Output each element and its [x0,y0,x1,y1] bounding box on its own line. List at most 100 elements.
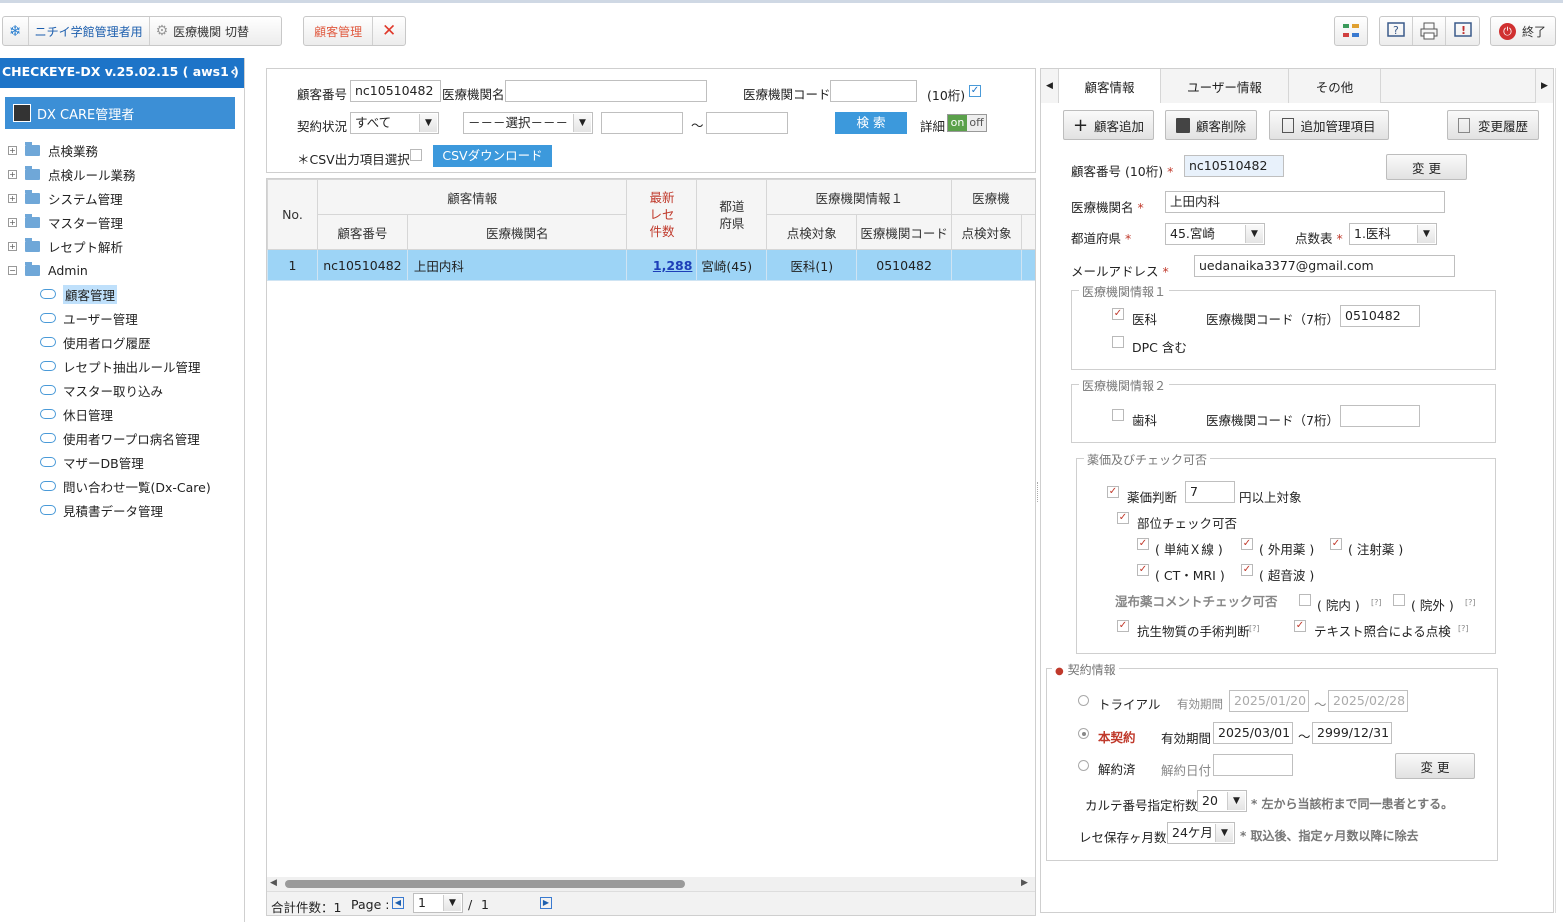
injection-checkbox[interactable]: ✓ [1330,538,1342,550]
range-to-input[interactable] [706,112,788,134]
sidebar-item-holiday[interactable]: 休日管理 [40,404,113,424]
table-row[interactable]: 1 nc10510482 上田内科 1,288 宮崎(45) 医科(1) 051… [267,249,1035,281]
main-contract-radio[interactable] [1078,728,1089,739]
keep-months-select[interactable]: 24ケ月 ▼ [1167,822,1235,844]
medical-checkbox[interactable]: ✓ [1112,308,1124,320]
expand-icon[interactable]: + [8,193,17,203]
contract-status-select[interactable]: すべて ▼ [350,112,439,134]
sidebar-folder-rules[interactable]: + 点検ルール業務 [8,164,136,184]
part-check-checkbox[interactable]: ✓ [1117,512,1129,524]
csv-download-button[interactable]: CSVダウンロード [433,145,552,167]
sidebar-folder-system[interactable]: + システム管理 [8,188,123,208]
scroll-right-icon[interactable]: ▶ [1021,878,1028,888]
detail-customer-no-input[interactable]: nc10510482 [1184,155,1284,177]
chevron-left-icon[interactable]: ‹ [230,58,236,86]
vertical-scrollbar[interactable] [1555,68,1561,913]
sidebar-item-log[interactable]: 使用者ログ履歴 [40,332,151,352]
trial-from-input[interactable]: 2025/01/20 [1229,690,1309,712]
expand-icon[interactable]: + [8,145,17,155]
help-mark-icon[interactable]: [?] [1458,624,1469,633]
snowflake-icon[interactable]: ❄ [3,17,29,45]
search-button[interactable]: 検 索 [835,112,907,134]
trial-radio[interactable] [1078,695,1089,706]
drug-judge-checkbox[interactable]: ✓ [1107,486,1119,498]
main-from-input[interactable]: 2025/03/01 [1213,722,1293,744]
scrollbar-thumb[interactable] [285,880,685,888]
sidebar-folder-inspection[interactable]: + 点検業務 [8,140,98,160]
detail-toggle[interactable]: on off [947,114,987,132]
change-contract-button[interactable]: 変 更 [1395,753,1475,779]
main-to-input[interactable]: 2999/12/31 [1312,722,1392,744]
expand-icon[interactable]: + [8,217,17,227]
next-page-icon[interactable]: ▶ [540,897,552,909]
sidebar-item-disease[interactable]: 使用者ワープロ病名管理 [40,428,200,448]
text-match-checkbox[interactable]: ✓ [1294,620,1306,632]
add-customer-button[interactable]: + 顧客追加 [1063,110,1154,140]
detail-pref-select[interactable]: 45.宮崎 ▼ [1165,223,1265,245]
expand-icon[interactable]: + [8,169,17,179]
tab-next-icon[interactable]: ▶ [1535,69,1553,103]
ctmri-checkbox[interactable]: ✓ [1137,564,1149,576]
print-icon[interactable] [1413,17,1446,45]
sidebar-folder-admin[interactable]: − Admin [8,260,88,280]
delete-customer-button[interactable]: 顧客削除 [1165,110,1257,140]
latest-count-link[interactable]: 1,288 [653,258,693,273]
switch-institution-button[interactable]: ⚙ 医療機関 切替 [150,17,255,45]
expand-icon[interactable]: + [8,241,17,251]
range-from-input[interactable] [601,112,683,134]
tab-customer-info[interactable]: 顧客情報 [1059,69,1161,103]
help-icon[interactable]: ? [1380,17,1413,45]
sidebar-folder-analysis[interactable]: + レセプト解析 [8,236,123,256]
app-name-button[interactable]: ニチイ学館管理者用 [29,17,150,45]
scroll-left-icon[interactable]: ◀ [270,878,277,888]
collapse-icon[interactable]: − [8,265,17,275]
inst-name-input[interactable] [505,80,707,102]
sidebar-folder-master[interactable]: + マスター管理 [8,212,123,232]
detail-inst-name-input[interactable]: 上田内科 [1165,191,1445,213]
inpatient-checkbox[interactable] [1299,594,1311,606]
dpc-checkbox[interactable] [1112,336,1124,348]
customer-management-tab[interactable]: 顧客管理 [304,17,374,45]
antibiotic-checkbox[interactable]: ✓ [1117,620,1129,632]
sidebar-item-customer[interactable]: 顧客管理 [40,284,118,304]
external-checkbox[interactable]: ✓ [1241,538,1253,550]
code7-input[interactable]: 0510482 [1340,305,1420,327]
exit-button[interactable]: ⏻ 終了 [1490,16,1556,46]
sidebar-item-mother-db[interactable]: マザーDB管理 [40,452,144,472]
drug-judge-input[interactable]: 7 [1185,481,1235,503]
sidebar-item-master-import[interactable]: マスター取り込み [40,380,163,400]
close-tab-icon[interactable]: ✕ [373,17,405,45]
inst-code-input[interactable] [830,80,917,102]
help-mark-icon[interactable]: [?] [1465,598,1476,607]
sidebar-item-user[interactable]: ユーザー管理 [40,308,138,328]
detail-score-select[interactable]: 1.医科 ▼ [1349,223,1437,245]
cell-latest-count[interactable]: 1,288 [626,249,698,281]
detail-mail-input[interactable]: uedanaika3377@gmail.com [1194,255,1455,277]
dental-checkbox[interactable] [1112,409,1124,421]
org-chart-icon[interactable] [1334,16,1368,46]
cancel-date-input[interactable] [1213,754,1293,776]
code7-input-2[interactable] [1340,405,1420,427]
tab-user-info[interactable]: ユーザー情報 [1161,69,1289,103]
extra-items-button[interactable]: 追加管理項目 [1269,110,1389,140]
prev-page-icon[interactable]: ◀ [392,897,404,909]
page-select[interactable]: 1 ▼ [413,893,463,913]
tab-prev-icon[interactable]: ◀ [1041,69,1059,103]
chart-digits-select[interactable]: 20 ▼ [1197,790,1247,812]
sidebar-item-inquiry[interactable]: 問い合わせ一覧(Dx-Care) [40,476,211,496]
sidebar-item-extract-rule[interactable]: レセプト抽出ルール管理 [40,356,201,376]
outpatient-checkbox[interactable] [1393,594,1405,606]
csv-select-checkbox[interactable] [410,149,422,161]
alert-icon[interactable]: ! [1446,17,1479,45]
xray-checkbox[interactable]: ✓ [1137,538,1149,550]
help-mark-icon[interactable]: [?] [1371,598,1382,607]
cancelled-radio[interactable] [1078,760,1089,771]
trial-to-input[interactable]: 2025/02/28 [1328,690,1408,712]
digits-checkbox[interactable]: ✓ [969,85,981,97]
filter-select[interactable]: －－－選択－－－ ▼ [463,112,593,134]
customer-no-input[interactable]: nc10510482 [350,80,441,102]
echo-checkbox[interactable]: ✓ [1241,564,1253,576]
tab-other[interactable]: その他 [1289,69,1381,103]
change-history-button[interactable]: 変更履歴 [1447,110,1539,140]
change-customer-no-button[interactable]: 変 更 [1386,154,1467,180]
